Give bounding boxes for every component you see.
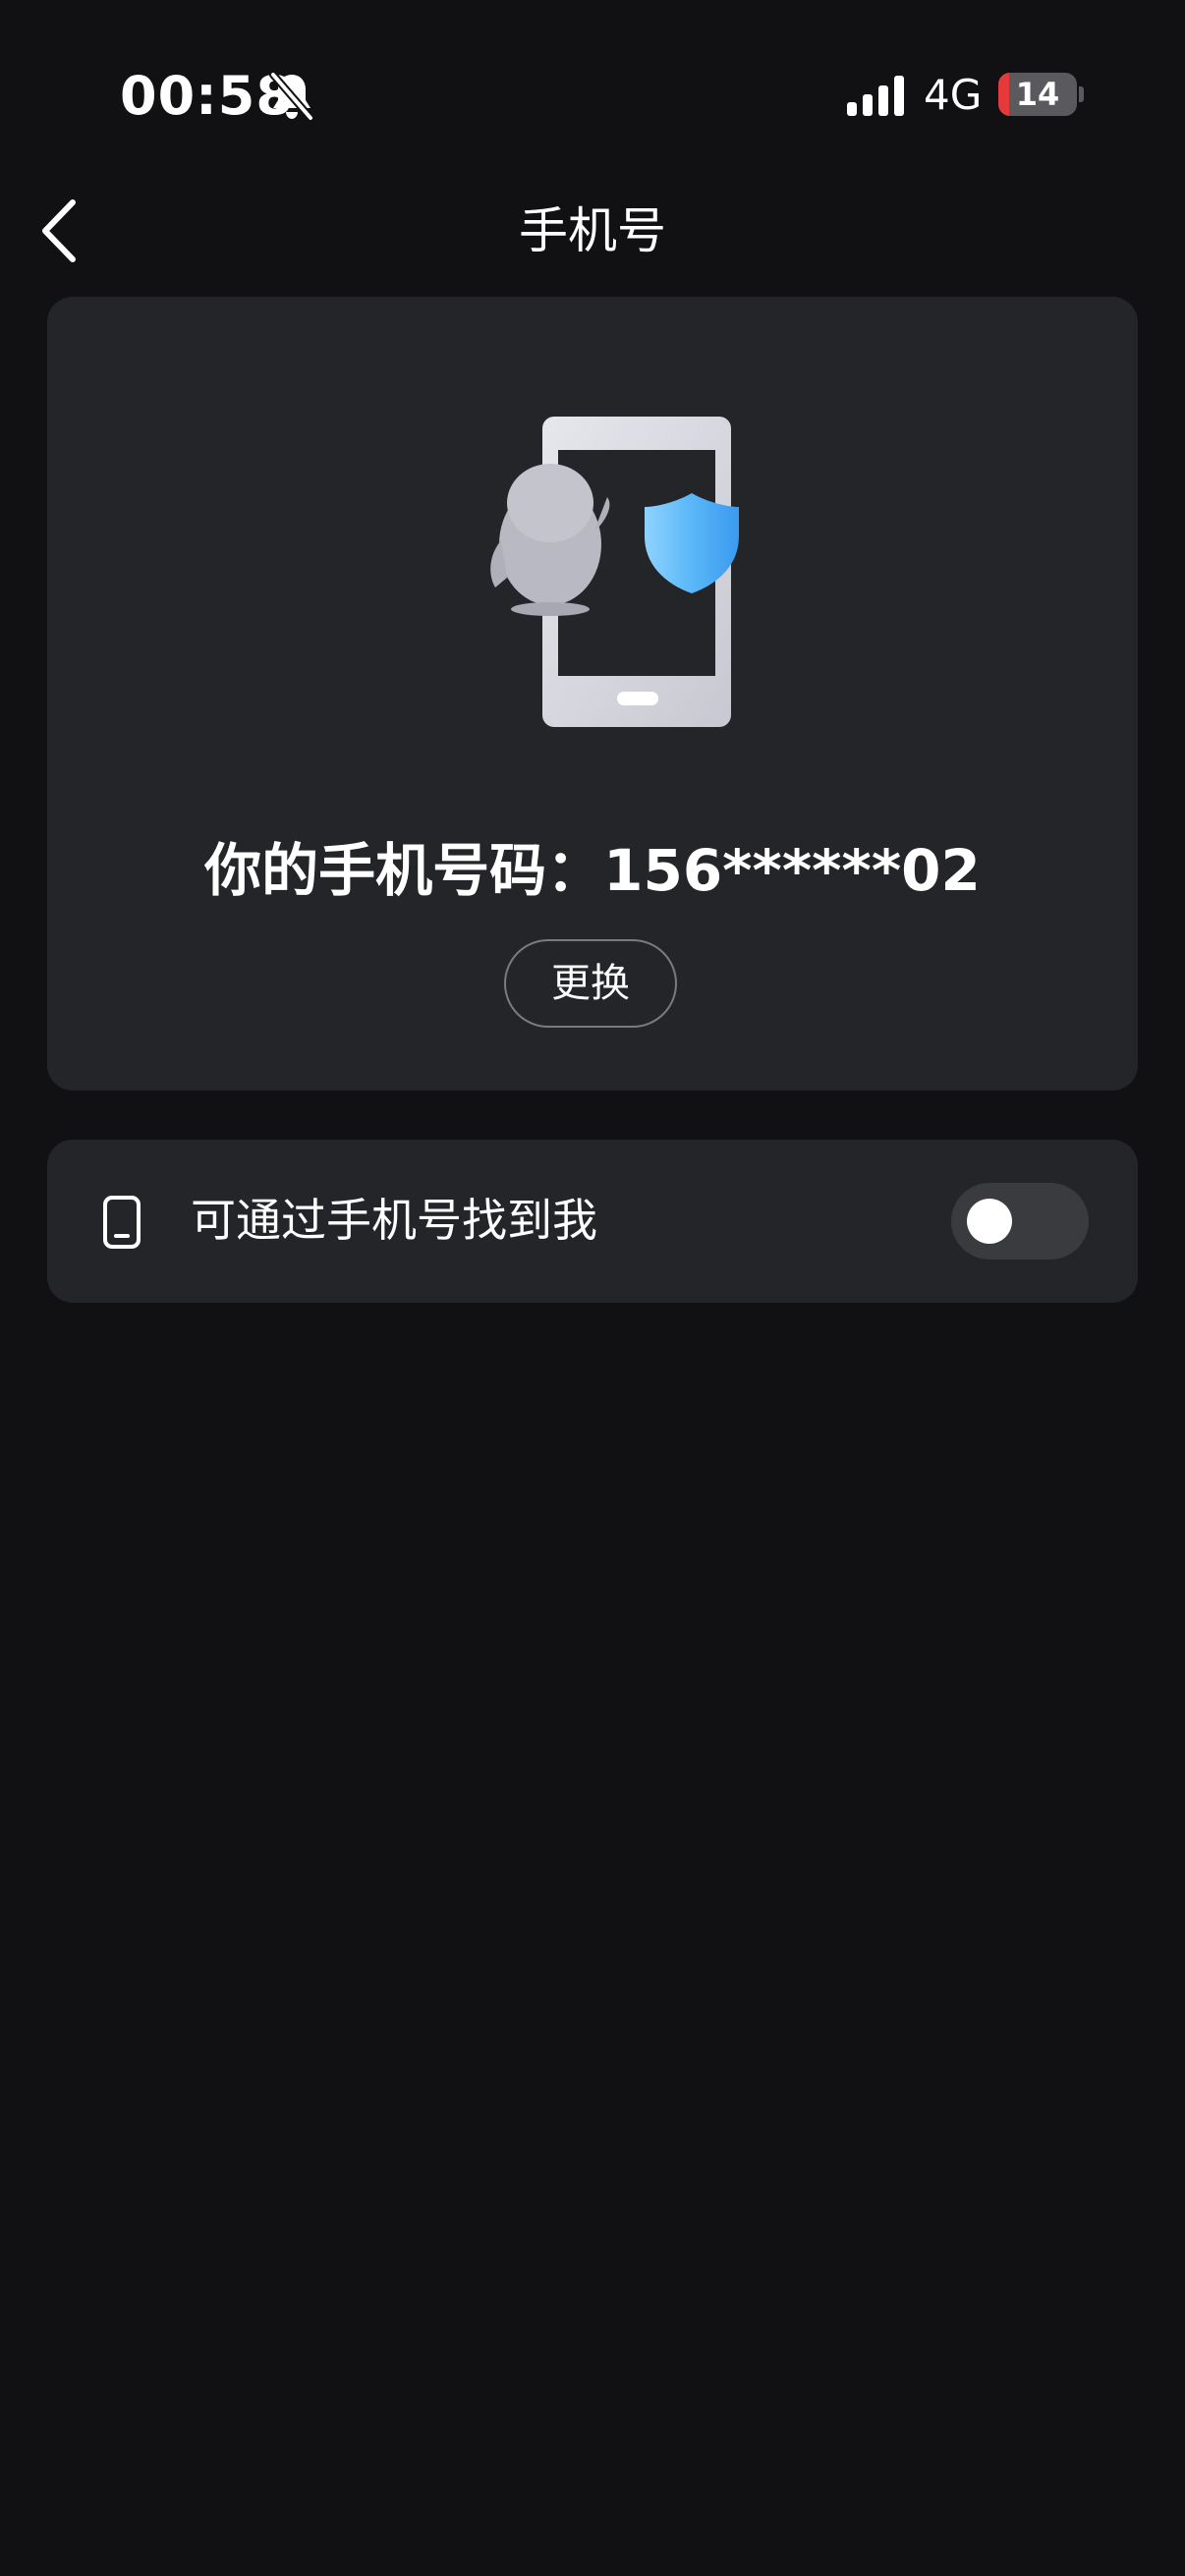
- phone-icon: [103, 1196, 141, 1249]
- phone-number-text: 你的手机号码：156******02: [204, 837, 981, 904]
- battery-cap: [1079, 86, 1084, 102]
- cellular-signal-icon: [847, 76, 904, 116]
- find-by-phone-toggle[interactable]: [951, 1183, 1089, 1260]
- phone-info-card: 你的手机号码：156******02 更换: [47, 297, 1138, 1091]
- battery-level-label: 14: [1015, 76, 1060, 113]
- find-by-phone-label: 可通过手机号找到我: [191, 1194, 597, 1247]
- bell-slash-icon: [269, 71, 314, 122]
- status-bar: 00:58 4G 14: [0, 0, 1185, 187]
- phone-shield-illustration: [490, 417, 739, 727]
- find-by-phone-row[interactable]: 可通过手机号找到我: [47, 1140, 1138, 1303]
- toggle-knob[interactable]: [967, 1199, 1012, 1244]
- status-time: 00:58: [120, 65, 294, 127]
- page-title: 手机号: [519, 202, 666, 259]
- change-number-button[interactable]: 更换: [504, 939, 677, 1028]
- network-type-label: 4G: [924, 71, 983, 119]
- battery-icon: 14: [998, 73, 1077, 116]
